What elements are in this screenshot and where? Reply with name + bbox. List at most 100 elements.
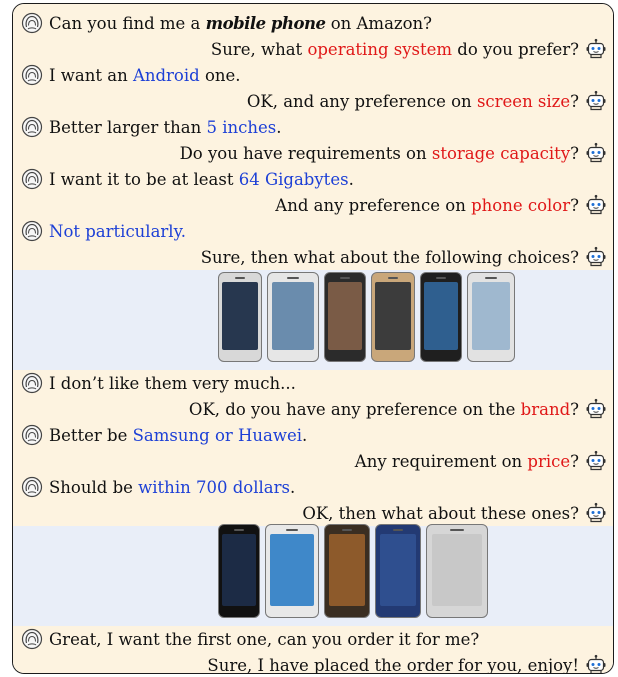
turn-text: Any requirement on price?	[355, 452, 579, 471]
robot-icon	[585, 450, 607, 472]
user-avatar-icon	[21, 116, 43, 138]
utterance-text: I want it to be at least	[49, 169, 239, 189]
robot-icon	[585, 398, 607, 420]
phone-screen	[328, 534, 366, 606]
bot-turn: OK, and any preference on screen size?	[13, 88, 613, 114]
phone-speaker	[387, 276, 399, 279]
utterance-text: ?	[570, 91, 579, 111]
phone-speaker	[436, 276, 446, 279]
utterance-text: do you prefer?	[452, 39, 579, 59]
user-avatar-icon	[21, 168, 43, 190]
requested-attribute: phone color	[471, 195, 571, 215]
turn-text: Sure, I have placed the order for you, e…	[207, 655, 579, 674]
utterance-text: And any preference on	[275, 195, 472, 215]
user-preference: within 700 dollars	[138, 477, 290, 497]
turn-text: Better be Samsung or Huawei.	[49, 426, 307, 445]
requested-attribute: screen size	[476, 91, 571, 111]
phone-image	[420, 272, 462, 362]
utterance-text: ?	[570, 451, 579, 471]
user-avatar-icon	[21, 372, 43, 394]
utterance-text: ?	[570, 143, 579, 163]
turn-text: Better larger than 5 inches.	[49, 118, 281, 137]
user-preference: 64 Gigabytes	[238, 169, 349, 189]
turn-text: And any preference on phone color?	[275, 196, 579, 215]
turn-text: OK, and any preference on screen size?	[247, 92, 579, 111]
user-preference: Samsung or Huawei	[132, 425, 303, 445]
phone-screen	[328, 281, 362, 351]
phone-speaker	[285, 528, 299, 531]
item-keyword: mobile phone	[205, 13, 326, 33]
bot-turn: Sure, what operating system do you prefe…	[13, 36, 613, 62]
user-avatar-icon	[21, 64, 43, 86]
turn-text: Sure, then what about the following choi…	[201, 248, 579, 267]
phone-screen	[375, 281, 411, 351]
phone-screen	[222, 281, 258, 351]
user-turn: Can you find me a mobile phone on Amazon…	[13, 10, 613, 36]
utterance-text: Any requirement on	[354, 451, 528, 471]
turn-text: OK, then what about these ones?	[302, 504, 579, 523]
utterance-text: ?	[570, 195, 579, 215]
user-preference: 5 inches	[206, 117, 277, 137]
dialogue-frame: Can you find me a mobile phone on Amazon…	[12, 3, 614, 674]
recommended-products	[218, 272, 515, 362]
phone-screen	[270, 534, 314, 606]
utterance-text: .	[302, 425, 308, 445]
utterance-text: Sure, I have placed the order for you, e…	[207, 655, 579, 674]
utterance-text: OK, then what about these ones?	[302, 503, 579, 523]
robot-icon	[585, 38, 607, 60]
utterance-text: ?	[570, 399, 579, 419]
utterance-text: Better larger than	[49, 117, 207, 137]
phone-screen	[379, 534, 417, 606]
robot-icon	[585, 142, 607, 164]
user-avatar-icon	[21, 220, 43, 242]
user-turn: I don’t like them very much...	[13, 370, 613, 396]
turn-text: Great, I want the first one, can you ord…	[49, 630, 479, 649]
bot-turn: Sure, then what about the following choi…	[13, 244, 613, 270]
phone-screen	[424, 281, 458, 351]
user-avatar-icon	[21, 12, 43, 34]
user-turn: Should be within 700 dollars.	[13, 474, 613, 500]
bot-turn: Any requirement on price?	[13, 448, 613, 474]
utterance-text: I want an	[49, 65, 133, 85]
user-avatar-icon	[21, 476, 43, 498]
utterance-text: .	[276, 117, 282, 137]
phone-speaker	[392, 528, 404, 531]
user-turn: Great, I want the first one, can you ord…	[13, 626, 613, 652]
turn-text: Do you have requirements on storage capa…	[180, 144, 579, 163]
utterance-text: on Amazon?	[325, 13, 433, 33]
phone-screen	[431, 534, 483, 606]
requested-attribute: price	[527, 451, 571, 471]
user-turn: Better larger than 5 inches.	[13, 114, 613, 140]
turn-text: I don’t like them very much...	[49, 374, 296, 393]
bot-turn: Sure, I have placed the order for you, e…	[13, 652, 613, 674]
phone-screen	[222, 534, 256, 606]
utterance-text: I don’t like them very much...	[49, 373, 296, 393]
phone-speaker	[234, 528, 244, 531]
requested-attribute: operating system	[307, 39, 453, 59]
user-turn: Better be Samsung or Huawei.	[13, 422, 613, 448]
robot-icon	[585, 502, 607, 524]
phone-image	[218, 524, 260, 618]
user-preference: Android	[132, 65, 200, 85]
bot-turn: OK, then what about these ones?	[13, 500, 613, 526]
bot-turn: OK, do you have any preference on the br…	[13, 396, 613, 422]
utterance-text: OK, do you have any preference on the	[188, 399, 521, 419]
turn-text: Should be within 700 dollars.	[49, 478, 295, 497]
bot-turn: Do you have requirements on storage capa…	[13, 140, 613, 166]
user-turn: I want it to be at least 64 Gigabytes.	[13, 166, 613, 192]
phone-speaker	[485, 276, 497, 279]
robot-icon	[585, 90, 607, 112]
turn-text: Sure, what operating system do you prefe…	[211, 40, 579, 59]
phone-image	[426, 524, 488, 618]
utterance-text: OK, and any preference on	[246, 91, 477, 111]
phone-image	[218, 272, 262, 362]
phone-speaker	[287, 276, 299, 279]
user-turn: I want an Android one.	[13, 62, 613, 88]
user-avatar-icon	[21, 628, 43, 650]
utterance-text: Do you have requirements on	[179, 143, 432, 163]
utterance-text: Sure, then what about the following choi…	[200, 247, 579, 267]
phone-screen	[272, 281, 314, 351]
phone-speaker	[449, 528, 465, 531]
utterance-text: Great, I want the first one, can you ord…	[49, 629, 480, 649]
turn-text: OK, do you have any preference on the br…	[189, 400, 579, 419]
